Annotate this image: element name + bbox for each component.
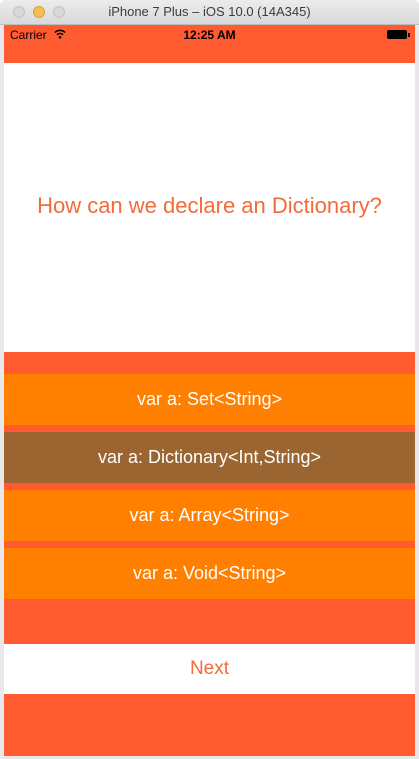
- answer-option-set[interactable]: var a: Set<String>: [4, 374, 415, 425]
- answer-option-void[interactable]: var a: Void<String>: [4, 548, 415, 599]
- answer-label: var a: Void<String>: [132, 563, 287, 583]
- battery-icon: [387, 30, 410, 39]
- window-titlebar: iPhone 7 Plus – iOS 10.0 (14A345): [0, 0, 419, 25]
- status-time: 12:25 AM: [183, 28, 236, 42]
- answer-label: var a: Dictionary<Int,String>: [97, 447, 322, 467]
- answer-label: var a: Array<String>: [129, 505, 290, 525]
- simulator-window: iPhone 7 Plus – iOS 10.0 (14A345) Carrie…: [0, 0, 419, 759]
- window-title: iPhone 7 Plus – iOS 10.0 (14A345): [108, 4, 311, 19]
- status-bar: Carrier 12:25 AM: [4, 25, 415, 45]
- question-text: How can we declare an Dictionary?: [37, 192, 382, 218]
- question-panel: How can we declare an Dictionary?: [4, 63, 415, 352]
- answer-label: var a: Set<String>: [136, 389, 283, 409]
- next-button-label: Next: [189, 658, 230, 679]
- answer-option-array[interactable]: var a: Array<String>: [4, 490, 415, 541]
- answer-option-dictionary[interactable]: var a: Dictionary<Int,String>: [4, 432, 415, 483]
- device-screen: Carrier 12:25 AM How can we declare an D…: [4, 25, 415, 756]
- next-button[interactable]: Next: [4, 644, 415, 694]
